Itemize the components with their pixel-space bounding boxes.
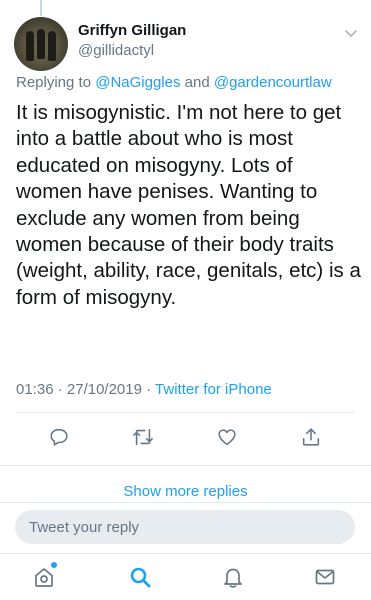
replying-to: Replying to @NaGiggles and @gardencourtl… — [16, 74, 332, 91]
new-activity-dot — [51, 562, 57, 568]
compose-placeholder: Tweet your reply — [29, 519, 140, 536]
reply-icon[interactable] — [46, 424, 72, 450]
replying-prefix: Replying to — [16, 74, 96, 91]
tweet-header: Griffyn Gilligan @gillidactyl — [14, 17, 359, 71]
avatar[interactable] — [14, 17, 68, 71]
mention-link-nagiggles[interactable]: @NaGiggles — [95, 74, 180, 91]
messages-icon[interactable] — [312, 564, 338, 590]
meta-separator: · — [141, 381, 156, 398]
divider — [0, 502, 371, 503]
show-more-replies-link[interactable]: Show more replies — [0, 483, 371, 500]
replying-and: and — [180, 74, 214, 91]
tweet-time: 01:36 — [16, 381, 54, 398]
tweet-text: It is misogynistic. I'm not here to get … — [16, 101, 361, 309]
reply-compose-field[interactable]: Tweet your reply — [15, 510, 355, 544]
mention-link-gardencourtlaw[interactable]: @gardencourtlaw — [214, 74, 332, 91]
tweet-actions — [0, 420, 371, 452]
retweet-icon[interactable] — [130, 424, 156, 450]
divider — [16, 412, 355, 413]
home-icon[interactable] — [31, 562, 57, 590]
chevron-down-icon[interactable] — [343, 25, 359, 41]
search-icon[interactable] — [127, 564, 153, 590]
tweet-source-link[interactable]: Twitter for iPhone — [155, 381, 272, 398]
divider — [0, 465, 371, 466]
thread-connector-line — [40, 0, 42, 16]
notifications-icon[interactable] — [220, 564, 246, 590]
tweet-date: 27/10/2019 — [66, 381, 142, 398]
meta-separator: · — [53, 381, 67, 398]
heart-icon[interactable] — [214, 424, 240, 450]
bottom-tab-bar — [0, 553, 371, 600]
tweet-meta: 01:36 · 27/10/2019 · Twitter for iPhone — [16, 381, 272, 398]
author-name[interactable]: Griffyn Gilligan — [78, 22, 186, 39]
author-handle[interactable]: @gillidactyl — [78, 42, 154, 59]
share-icon[interactable] — [298, 424, 324, 450]
